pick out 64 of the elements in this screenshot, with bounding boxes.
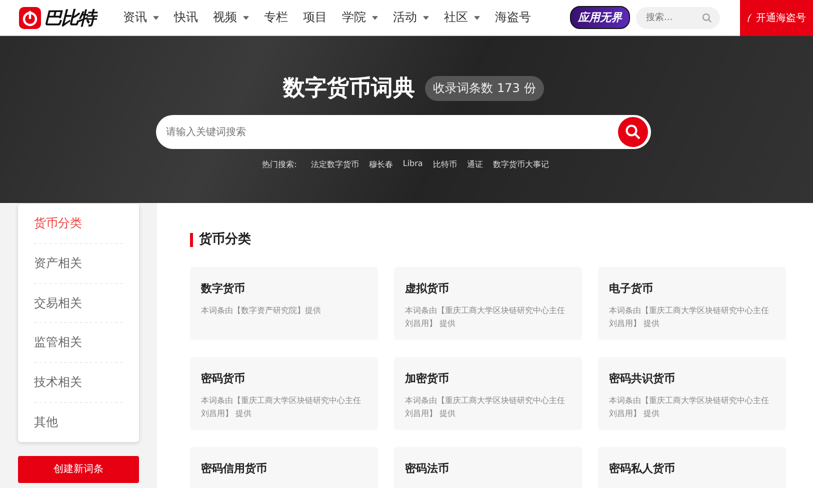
count-badge: 收录词条数 173 份 [425,76,544,100]
hot-search-link[interactable]: 法定数字货币 [310,159,359,170]
search-field[interactable]: 搜索... [636,6,720,28]
caret-icon[interactable] [372,16,378,20]
term-source: 本词条由【重庆工商大学区块链研究中心主任刘昌用】 提供 [609,305,770,330]
term-source: 本词条由【数字资产研究院】提供 [201,305,322,317]
caret-icon[interactable] [474,16,480,20]
nav-link[interactable]: 学院 [342,9,366,26]
term-title: 数字货币 [201,281,246,296]
hot-search-link[interactable]: Libra [402,159,423,170]
create-entry-button[interactable]: 创建新词条 [18,456,139,483]
term-card[interactable]: 加密货币 本词条由【重庆工商大学区块链研究中心主任刘昌用】 提供 [394,357,582,430]
term-title: 电子货币 [609,281,654,296]
term-title: 密码共识货币 [609,371,676,386]
nav-link[interactable]: 社区 [444,9,468,26]
cta-button[interactable]: 开通海盗号 [740,0,813,36]
logo-icon [19,6,41,28]
promo-badge[interactable]: 应用无界 [570,6,630,29]
sidebar-item[interactable]: 监管相关 [34,323,123,364]
term-title: 密码私人货币 [609,461,676,476]
nav-link[interactable]: 项目 [303,9,327,26]
sidebar-item[interactable]: 资产相关 [34,244,123,284]
term-title: 虚拟货币 [405,281,450,296]
nav-link[interactable]: 专栏 [264,9,288,26]
term-card[interactable]: 虚拟货币 本词条由【重庆工商大学区块链研究中心主任刘昌用】 提供 [394,267,582,340]
term-card[interactable]: 密码货币 本词条由【重庆工商大学区块链研究中心主任刘昌用】 提供 [190,357,378,430]
term-title: 密码法币 [405,461,450,476]
sidebar-item[interactable]: 交易相关 [34,284,123,324]
term-source: 本词条由【重庆工商大学区块链研究中心主任刘昌用】 提供 [405,305,566,330]
caret-icon[interactable] [243,16,249,20]
sidebar-item[interactable]: 技术相关 [34,363,123,403]
hero-title: 数字货币词典 [283,74,416,103]
caret-icon[interactable] [153,16,159,20]
nav-link[interactable]: 海盗号 [495,9,531,26]
caret-icon[interactable] [423,16,429,20]
term-card[interactable]: 密码信用货币 [190,447,378,488]
search-icon [702,12,712,22]
logo-text[interactable]: 巴比特 [44,6,95,30]
search-field[interactable]: 请输入关键词搜索 [156,115,651,149]
sidebar-item[interactable]: 其他 [34,402,123,442]
term-source: 本词条由【重庆工商大学区块链研究中心主任刘昌用】 提供 [201,395,362,420]
nav-link[interactable]: 快讯 [174,9,198,26]
term-title: 加密货币 [405,371,450,386]
term-card[interactable]: 密码私人货币 [598,447,786,488]
feather-icon [747,12,753,22]
term-card[interactable]: 数字货币 本词条由【数字资产研究院】提供 [190,267,378,340]
hot-search-link[interactable]: 穆长春 [368,159,393,170]
term-card[interactable]: 密码共识货币 本词条由【重庆工商大学区块链研究中心主任刘昌用】 提供 [598,357,786,430]
nav-link[interactable]: 活动 [393,9,417,26]
term-title: 密码信用货币 [201,461,268,476]
sidebar-item[interactable]: 货币分类 [34,204,123,244]
nav-link[interactable]: 资讯 [123,9,147,26]
term-title: 密码货币 [201,371,246,386]
nav-link[interactable]: 视频 [213,9,237,26]
hot-search-link[interactable]: 比特币 [432,159,457,170]
search-icon [625,124,641,140]
term-card[interactable]: 密码法币 [394,447,582,488]
section-title: 货币分类 [190,233,787,247]
hot-label: 热门搜索: [262,159,297,170]
term-card[interactable]: 电子货币 本词条由【重庆工商大学区块链研究中心主任刘昌用】 提供 [598,267,786,340]
hot-search-link[interactable]: 通证 [466,159,483,170]
hot-search-link[interactable]: 数字货币大事记 [492,159,549,170]
term-source: 本词条由【重庆工商大学区块链研究中心主任刘昌用】 提供 [405,395,566,420]
term-source: 本词条由【重庆工商大学区块链研究中心主任刘昌用】 提供 [609,395,770,420]
